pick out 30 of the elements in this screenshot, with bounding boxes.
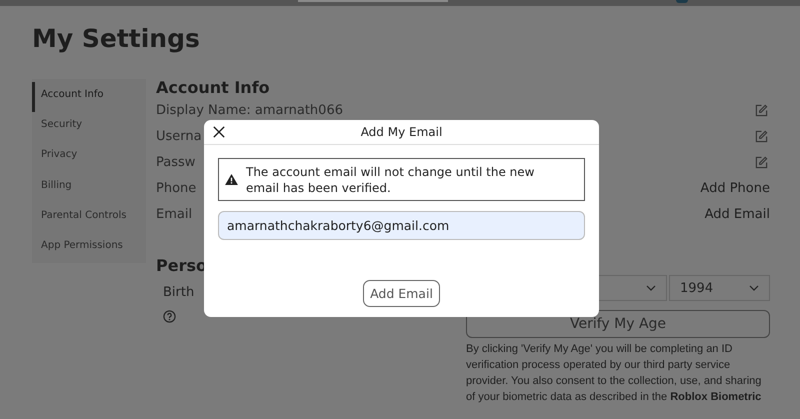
birthday-label: Birth [163,285,194,300]
sidebar-item[interactable]: App Permissions [32,232,146,264]
edit-icon[interactable] [755,156,768,169]
sidebar-item[interactable]: Parental Controls [32,202,146,233]
chevron-down-icon [646,285,656,291]
add-email-button[interactable]: Add Email [363,280,440,307]
sidebar-item[interactable]: Privacy [32,142,146,173]
add-link[interactable]: Add Email [704,207,770,222]
verification-notice: By clicking 'Verify My Age' you will be completing an ID verification process operated by our third party service provider. You also consent to the collection, use, and sharing of your biometric data as described in the Roblox Biometric [466,342,762,405]
email-field[interactable]: amarnathchakraborty6@gmail.com [218,211,585,240]
help-icon[interactable] [163,310,176,323]
add-link[interactable]: Add Phone [700,181,770,196]
field-label: Display Name: amarnath066 [156,103,343,118]
page-title: My Settings [32,24,201,54]
edit-icon[interactable] [755,104,768,117]
year-select[interactable]: 1994 [669,275,770,301]
field-label: Email [156,207,192,222]
dialog-title: Add My Email [360,125,442,139]
field-label: Phone [156,181,196,196]
warning-text: The account email will not change until the new email has been verified. [246,164,536,196]
warning-icon [225,174,238,185]
sidebar-item[interactable]: Billing [32,172,146,203]
section-heading: Account Info [156,79,271,97]
sidebar-item[interactable]: Security [32,112,146,142]
field-label: Passw [156,155,196,170]
sidebar-item[interactable]: Account Info [32,82,146,112]
edit-icon[interactable] [755,130,768,143]
close-icon[interactable] [213,126,225,138]
chevron-down-icon [749,285,759,291]
field-label: Userna [156,129,202,144]
